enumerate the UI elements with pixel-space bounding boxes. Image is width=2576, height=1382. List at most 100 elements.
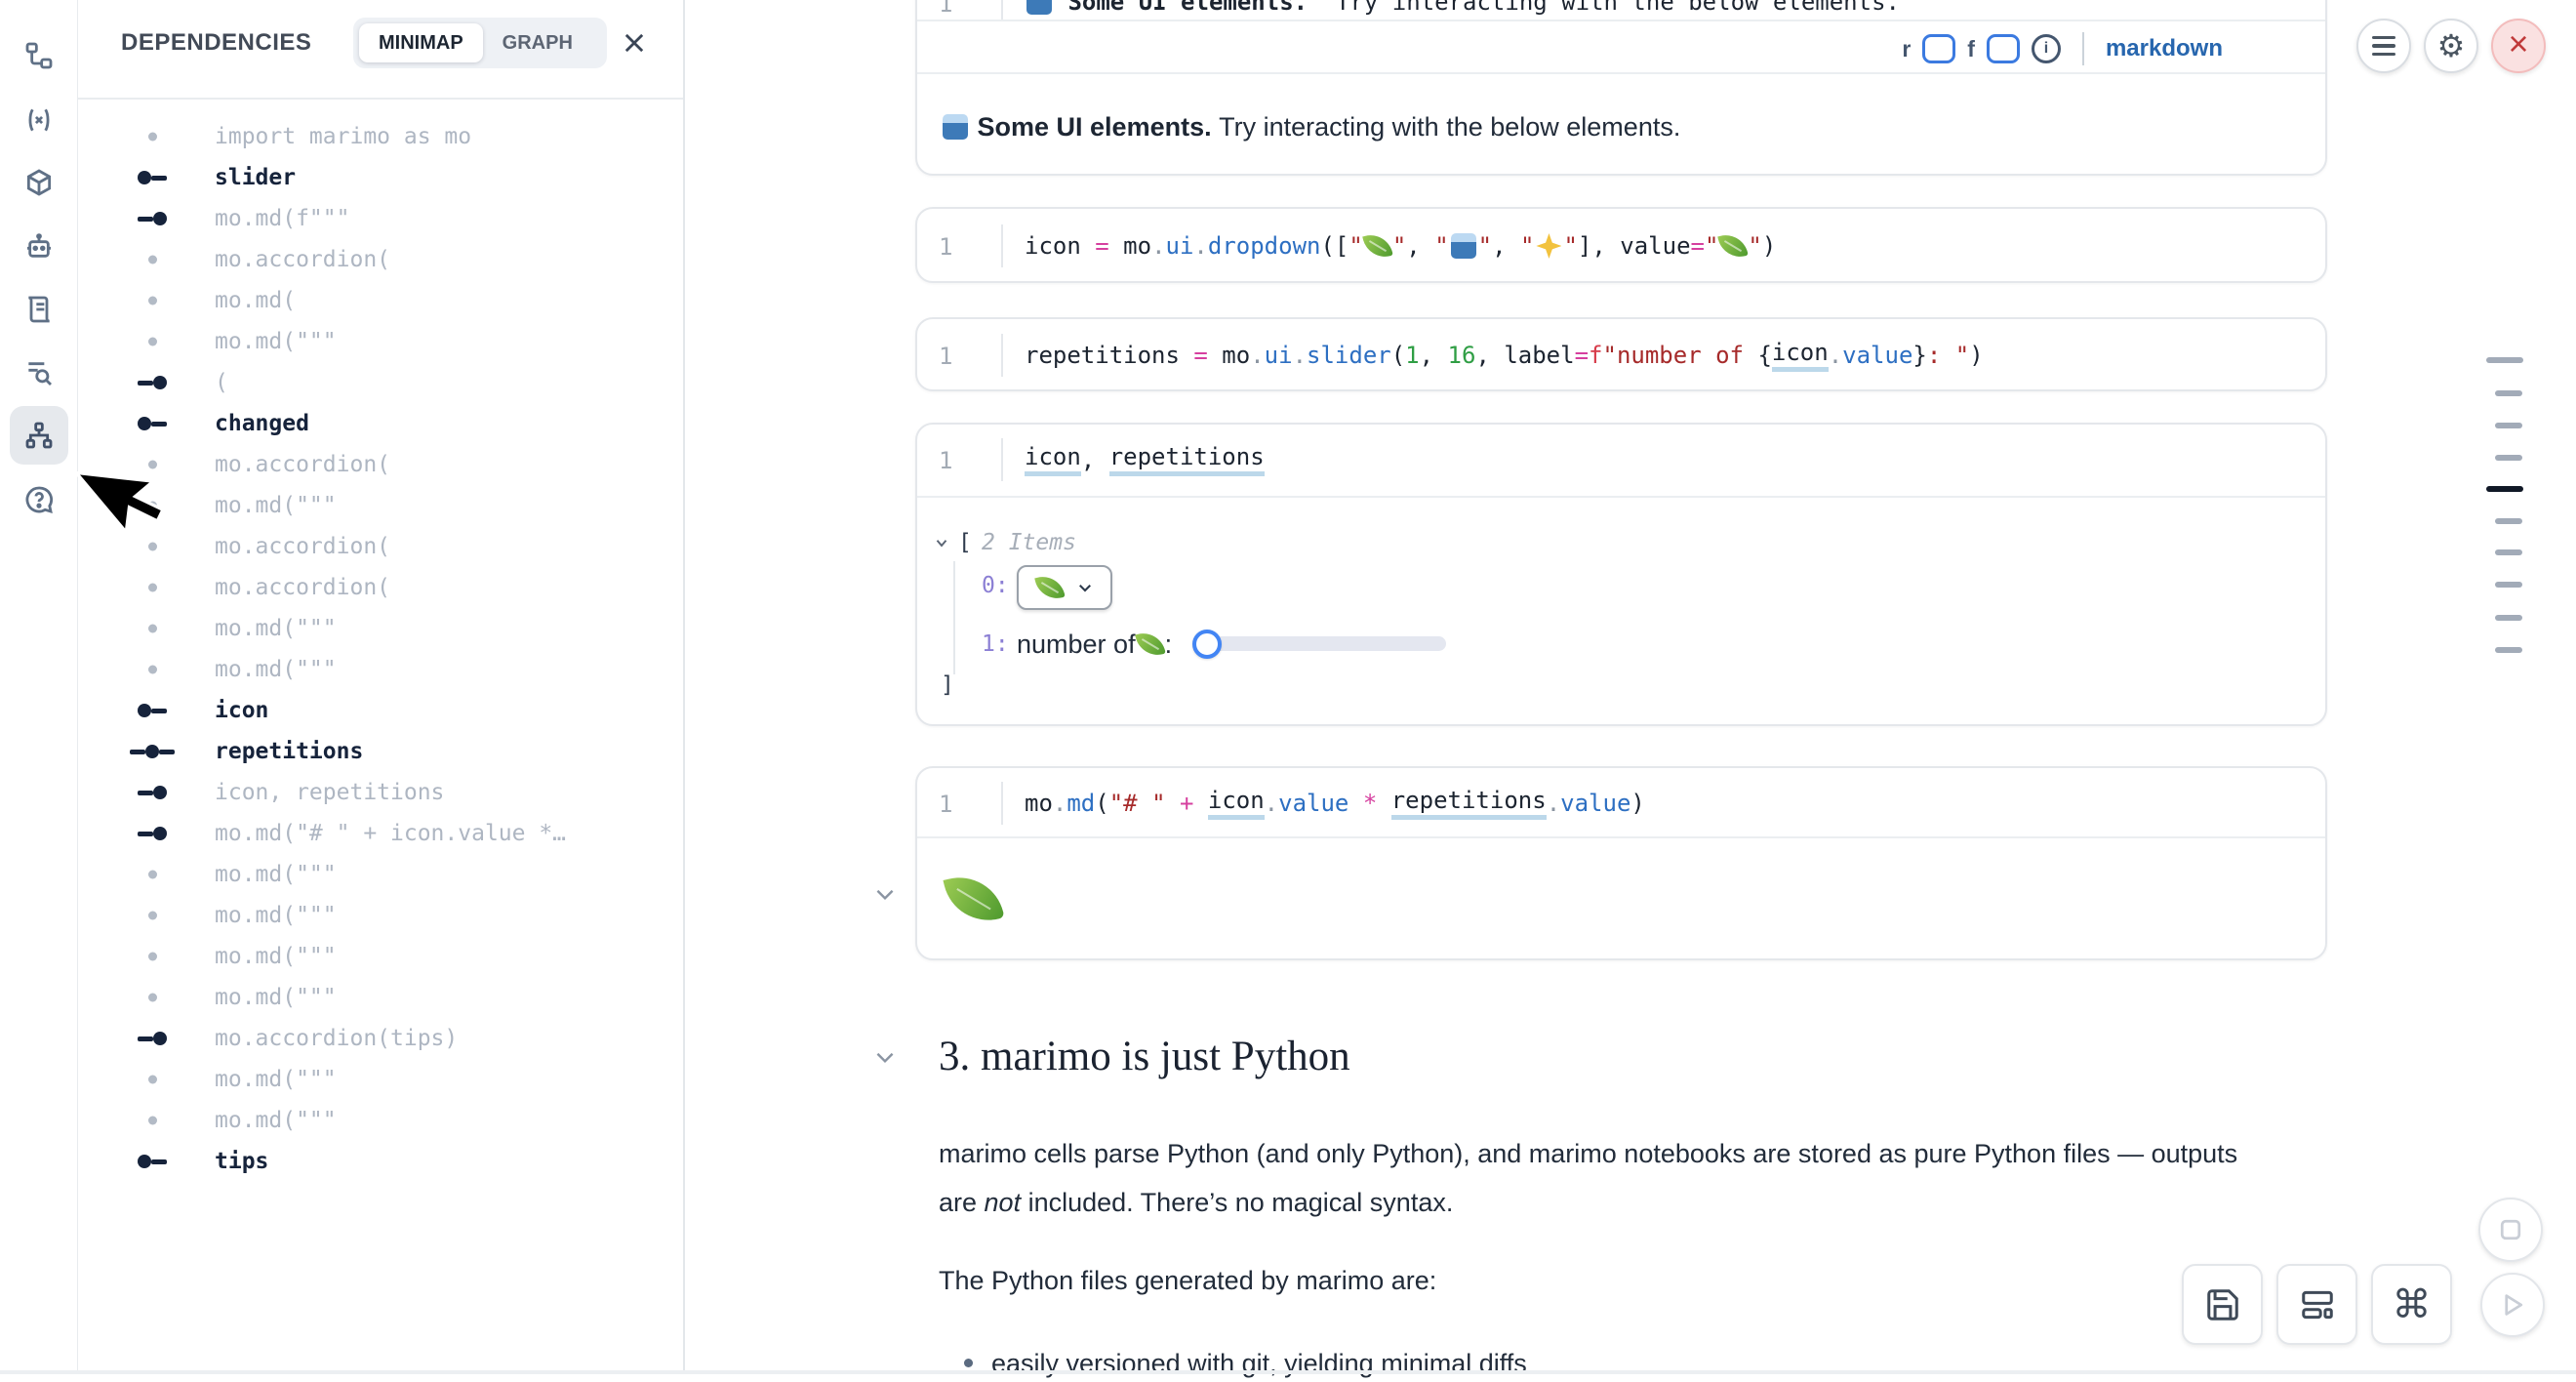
cell-marker[interactable]: [2495, 455, 2522, 461]
minimap-item[interactable]: repetitions: [78, 731, 683, 772]
shutdown-button[interactable]: ×: [2491, 19, 2546, 73]
gear-icon: ⚙: [2437, 30, 2466, 61]
cell-divider: [917, 496, 2325, 498]
cell-marker[interactable]: [2495, 615, 2522, 621]
minimap-item[interactable]: icon, repetitions: [78, 772, 683, 813]
minimap-item[interactable]: mo.md(: [78, 280, 683, 321]
minimap-item[interactable]: (: [78, 362, 683, 403]
cell-collapse-icon[interactable]: [872, 881, 898, 912]
keyboard-shortcuts-button[interactable]: ⌘: [2371, 1264, 2452, 1345]
repetitions-slider-thumb[interactable]: [1192, 630, 1222, 659]
def-glyph: [129, 417, 176, 430]
packages-icon[interactable]: [10, 153, 68, 212]
minimap-item[interactable]: mo.accordion(: [78, 526, 683, 567]
code-line[interactable]: repetitions = mo.ui.slider(1, 16, label=…: [1025, 332, 1984, 379]
minimap-item[interactable]: mo.md(""": [78, 936, 683, 977]
minimap-item[interactable]: mo.md(""": [78, 649, 683, 690]
def-glyph: [129, 704, 176, 717]
paragraph-line-1: marimo cells parse Python (and only Pyth…: [939, 1135, 2237, 1172]
minimap-item[interactable]: slider: [78, 157, 683, 198]
cell-marker[interactable]: [2486, 357, 2523, 363]
minimap-item[interactable]: mo.accordion(: [78, 444, 683, 485]
minimap-item-label: icon, repetitions: [215, 780, 444, 805]
use-glyph: [129, 376, 176, 389]
ai-assistant-icon[interactable]: [10, 218, 68, 276]
cell-marker[interactable]: [2495, 390, 2522, 396]
minimap-item[interactable]: mo.md(""": [78, 977, 683, 1018]
minimap-item[interactable]: mo.md(""": [78, 854, 683, 895]
def-glyph: [129, 171, 176, 184]
settings-button[interactable]: ⚙: [2424, 19, 2478, 73]
cell-md-leaf[interactable]: 1 mo.md("# " + icon.value * repetitions.…: [915, 766, 2327, 960]
icon-dropdown-select[interactable]: [1017, 565, 1112, 610]
code-line[interactable]: icon, repetitions: [1025, 436, 1265, 483]
language-badge[interactable]: markdown: [2106, 35, 2223, 62]
use-glyph: [129, 212, 176, 225]
code-line[interactable]: mo.md("# " + icon.value * repetitions.va…: [1025, 780, 1645, 827]
emoji-leaf-icon: [1135, 629, 1166, 660]
repetitions-slider-track[interactable]: [1207, 636, 1446, 651]
line-number: 1: [939, 791, 952, 818]
tree-bracket-close: ]: [941, 669, 954, 702]
minimap-item[interactable]: mo.md(""": [78, 1100, 683, 1141]
active-cell-marker[interactable]: [2486, 486, 2523, 492]
notebook-tree-icon[interactable]: [10, 26, 68, 85]
code-line[interactable]: icon = mo.ui.dropdown(["", "", ""], valu…: [1025, 223, 1776, 269]
layout-select-button[interactable]: [2276, 1264, 2357, 1345]
cell-menu-button[interactable]: [2356, 19, 2411, 73]
minimap-item[interactable]: mo.md(f""": [78, 198, 683, 239]
cell-icon-repetitions[interactable]: 1 icon, repetitions [ 2 Items 0: 1: numb…: [915, 423, 2327, 726]
minimap-item[interactable]: mo.md(""": [78, 608, 683, 649]
dot-glyph: [129, 461, 176, 469]
minimap-item[interactable]: tips: [78, 1141, 683, 1182]
minimap-item[interactable]: mo.accordion(tips): [78, 1018, 683, 1059]
minimap-item[interactable]: mo.accordion(: [78, 567, 683, 608]
cell-markdown-ui-elements[interactable]: 1 Some UI elements. Try interacting with…: [915, 0, 2327, 176]
minimap-item[interactable]: changed: [78, 403, 683, 444]
f-toggle-label: f: [1967, 36, 1975, 62]
cell-marker[interactable]: [2495, 423, 2522, 428]
cell-divider: [917, 20, 2325, 21]
dependencies-icon[interactable]: [10, 406, 68, 465]
minimap-item[interactable]: import marimo as mo: [78, 116, 683, 157]
cell-marker[interactable]: [2495, 549, 2522, 555]
save-button[interactable]: [2182, 1264, 2263, 1345]
cell-icon-dropdown[interactable]: 1 icon = mo.ui.dropdown(["", "", ""], va…: [915, 207, 2327, 283]
footer-border: [0, 1370, 2576, 1374]
interrupt-button[interactable]: [2478, 1198, 2543, 1262]
minimap-item[interactable]: mo.md(""": [78, 485, 683, 526]
tree-collapse-icon[interactable]: [933, 534, 950, 556]
help-icon[interactable]: [10, 470, 68, 529]
slider-label: number of :: [1017, 626, 1172, 663]
f-toggle-checkbox[interactable]: [1987, 34, 2020, 63]
minimap-item[interactable]: mo.md(""": [78, 1059, 683, 1100]
cell-marker[interactable]: [2495, 647, 2522, 653]
cell-marker[interactable]: [2495, 582, 2522, 588]
section-heading: 3. marimo is just Python: [939, 1033, 1350, 1080]
minimap-item-label: mo.accordion(: [215, 534, 390, 559]
minimap-item[interactable]: icon: [78, 690, 683, 731]
minimap-item-label: mo.md(""": [215, 862, 337, 887]
dot-glyph: [129, 133, 176, 142]
minimap-item[interactable]: mo.md("# " + icon.value *…: [78, 813, 683, 854]
cell-repetitions-slider[interactable]: 1 repetitions = mo.ui.slider(1, 16, labe…: [915, 317, 2327, 391]
logs-search-icon[interactable]: [10, 344, 68, 402]
run-all-button[interactable]: [2480, 1273, 2545, 1337]
minimap-item[interactable]: mo.md(""": [78, 895, 683, 936]
minimap-item[interactable]: mo.accordion(: [78, 239, 683, 280]
toolbar-divider: [2082, 32, 2084, 65]
r-toggle-checkbox[interactable]: [1922, 34, 1955, 63]
section-collapse-icon[interactable]: [872, 1044, 898, 1075]
snippets-icon[interactable]: [10, 280, 68, 339]
minimap-item[interactable]: mo.md(""": [78, 321, 683, 362]
minimap-item-label: slider: [215, 165, 296, 190]
dot-glyph: [129, 994, 176, 1002]
paragraph-line-2: are not included. There’s no magical syn…: [939, 1184, 1453, 1221]
use-glyph: [129, 827, 176, 840]
gutter-separator: [1001, 224, 1003, 267]
cell-marker[interactable]: [2495, 518, 2522, 524]
dot-glyph: [129, 584, 176, 592]
info-icon[interactable]: i: [2032, 34, 2061, 63]
minimap-item-label: mo.md(""": [215, 944, 337, 969]
variables-icon[interactable]: [10, 91, 68, 149]
